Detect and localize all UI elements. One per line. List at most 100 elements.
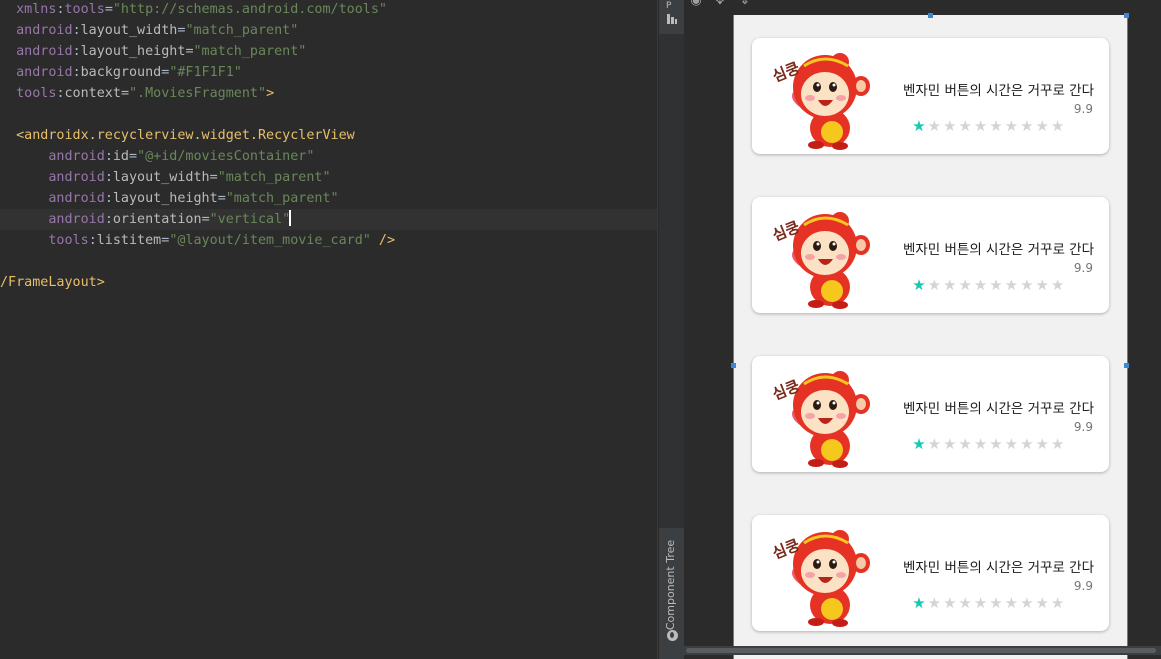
star-empty-icon[interactable]: ★ [926,595,942,611]
code-token: = [209,170,218,185]
star-empty-icon[interactable]: ★ [942,436,958,452]
star-empty-icon[interactable]: ★ [1019,595,1035,611]
code-line[interactable]: tools:context=".MoviesFragment"> [0,83,658,104]
code-line[interactable]: /FrameLayout> [0,272,658,293]
code-token: listitem [96,233,162,248]
star-empty-icon[interactable]: ★ [1034,277,1050,293]
code-token: android [0,170,105,185]
star-filled-icon[interactable]: ★ [911,595,927,611]
star-empty-icon[interactable]: ★ [973,595,989,611]
movie-title: 벤자민 버튼의 시간은 거꾸로 간다 [902,242,1094,258]
pan-icon[interactable]: ✥ [713,0,727,8]
star-empty-icon[interactable]: ★ [1003,595,1019,611]
star-empty-icon[interactable]: ★ [988,118,1004,134]
star-empty-icon[interactable]: ★ [1050,436,1066,452]
code-line[interactable]: android:id="@+id/moviesContainer" [0,146,658,167]
code-token: android [0,191,105,206]
selection-handle-top-right[interactable] [1124,13,1129,18]
rating-bar[interactable]: ★ ★ ★ ★ ★ ★ ★ ★ ★ ★ [911,595,1071,611]
code-token: android [0,149,105,164]
star-empty-icon[interactable]: ★ [1003,118,1019,134]
code-line[interactable]: <androidx.recyclerview.widget.RecyclerVi… [0,125,658,146]
text-caret [289,210,292,226]
code-editor[interactable]: xmlns:tools="http://schemas.android.com/… [0,0,658,659]
code-token: : [88,233,97,248]
star-empty-icon[interactable]: ★ [1019,118,1035,134]
movie-poster-image: 심쿵 [770,53,870,150]
component-tree-tab[interactable]: Component Tree [659,528,685,659]
star-empty-icon[interactable]: ★ [1034,436,1050,452]
star-empty-icon[interactable]: ★ [1050,118,1066,134]
horizontal-scrollbar[interactable] [684,646,1161,655]
star-empty-icon[interactable]: ★ [1003,277,1019,293]
code-line[interactable]: tools:listitem="@layout/item_movie_card"… [0,230,658,251]
star-empty-icon[interactable]: ★ [973,277,989,293]
movie-title: 벤자민 버튼의 시간은 거꾸로 간다 [902,401,1094,417]
code-line[interactable]: xmlns:tools="http://schemas.android.com/… [0,0,658,20]
layout-design-surface[interactable]: ◉ ✥ ⇕ 심쿵 벤자민 버튼의 시간은 거꾸로 간다 9.9 ★ ★ ★ ★ ★ ★ ★ ★ ★ ★ [684,0,1161,659]
code-token: : [56,86,65,101]
rating-bar[interactable]: ★ ★ ★ ★ ★ ★ ★ ★ ★ ★ [911,436,1071,452]
code-token: android [0,65,73,80]
eye-icon[interactable]: ◉ [689,0,703,8]
star-empty-icon[interactable]: ★ [1019,277,1035,293]
code-line[interactable]: android:layout_height="match_parent" [0,41,658,62]
star-empty-icon[interactable]: ★ [957,436,973,452]
star-empty-icon[interactable]: ★ [957,277,973,293]
star-empty-icon[interactable]: ★ [926,118,942,134]
design-toolbar: ◉ ✥ ⇕ [684,0,1161,10]
star-empty-icon[interactable]: ★ [957,595,973,611]
code-line[interactable]: android:background="#F1F1F1" [0,62,658,83]
star-empty-icon[interactable]: ★ [942,277,958,293]
star-empty-icon[interactable]: ★ [973,436,989,452]
code-token: "@+id/moviesContainer" [137,149,315,164]
star-empty-icon[interactable]: ★ [1034,595,1050,611]
code-line[interactable]: android:layout_width="match_parent" [0,20,658,41]
star-empty-icon[interactable]: ★ [988,277,1004,293]
star-empty-icon[interactable]: ★ [1050,277,1066,293]
movie-card[interactable]: 심쿵 벤자민 버튼의 시간은 거꾸로 간다 9.9 ★ ★ ★ ★ ★ ★ ★ ★ ★ ★ [752,197,1109,313]
code-line[interactable] [0,251,658,272]
code-token: tools [0,86,57,101]
code-line[interactable]: android:layout_height="match_parent" [0,188,658,209]
star-empty-icon[interactable]: ★ [988,436,1004,452]
code-token: orientation [112,212,202,227]
star-filled-icon[interactable]: ★ [911,277,927,293]
code-token: android [0,44,73,59]
code-line[interactable]: android:layout_width="match_parent" [0,167,658,188]
star-empty-icon[interactable]: ★ [957,118,973,134]
star-empty-icon[interactable]: ★ [1019,436,1035,452]
star-empty-icon[interactable]: ★ [973,118,989,134]
movie-card[interactable]: 심쿵 벤자민 버튼의 시간은 거꾸로 간다 9.9 ★ ★ ★ ★ ★ ★ ★ ★ ★ ★ [752,38,1109,154]
code-token: "match_parent" [193,44,307,59]
rating-bar[interactable]: ★ ★ ★ ★ ★ ★ ★ ★ ★ ★ [911,118,1071,134]
rating-bar[interactable]: ★ ★ ★ ★ ★ ★ ★ ★ ★ ★ [911,277,1071,293]
palette-tab[interactable]: P [659,0,685,34]
star-empty-icon[interactable]: ★ [926,436,942,452]
star-empty-icon[interactable]: ★ [942,118,958,134]
star-filled-icon[interactable]: ★ [911,118,927,134]
selection-handle-top[interactable] [928,13,933,18]
code-token: = [104,2,113,17]
movie-card[interactable]: 심쿵 벤자민 버튼의 시간은 거꾸로 간다 9.9 ★ ★ ★ ★ ★ ★ ★ ★ ★ ★ [752,356,1109,472]
movie-card[interactable]: 심쿵 벤자민 버튼의 시간은 거꾸로 간다 9.9 ★ ★ ★ ★ ★ ★ ★ ★ ★ ★ [752,515,1109,631]
star-empty-icon[interactable]: ★ [942,595,958,611]
star-empty-icon[interactable]: ★ [1034,118,1050,134]
code-token: = [120,86,129,101]
scrollbar-thumb[interactable] [686,648,1156,653]
code-line[interactable] [0,104,658,125]
code-token: : [56,2,65,17]
code-line[interactable]: android:orientation="vertical" [0,209,658,230]
star-empty-icon[interactable]: ★ [1003,436,1019,452]
movie-title: 벤자민 버튼의 시간은 거꾸로 간다 [902,560,1094,576]
vertical-resize-icon[interactable]: ⇕ [738,0,752,8]
star-filled-icon[interactable]: ★ [911,436,927,452]
device-preview[interactable]: 심쿵 벤자민 버튼의 시간은 거꾸로 간다 9.9 ★ ★ ★ ★ ★ ★ ★ ★ ★ ★ 심쿵 벤자… [733,15,1128,659]
selection-handle-left[interactable] [731,363,736,368]
star-empty-icon[interactable]: ★ [988,595,1004,611]
star-empty-icon[interactable]: ★ [926,277,942,293]
code-token: layout_width [112,170,210,185]
selection-handle-right[interactable] [1124,363,1129,368]
code-token: android [0,23,73,38]
star-empty-icon[interactable]: ★ [1050,595,1066,611]
